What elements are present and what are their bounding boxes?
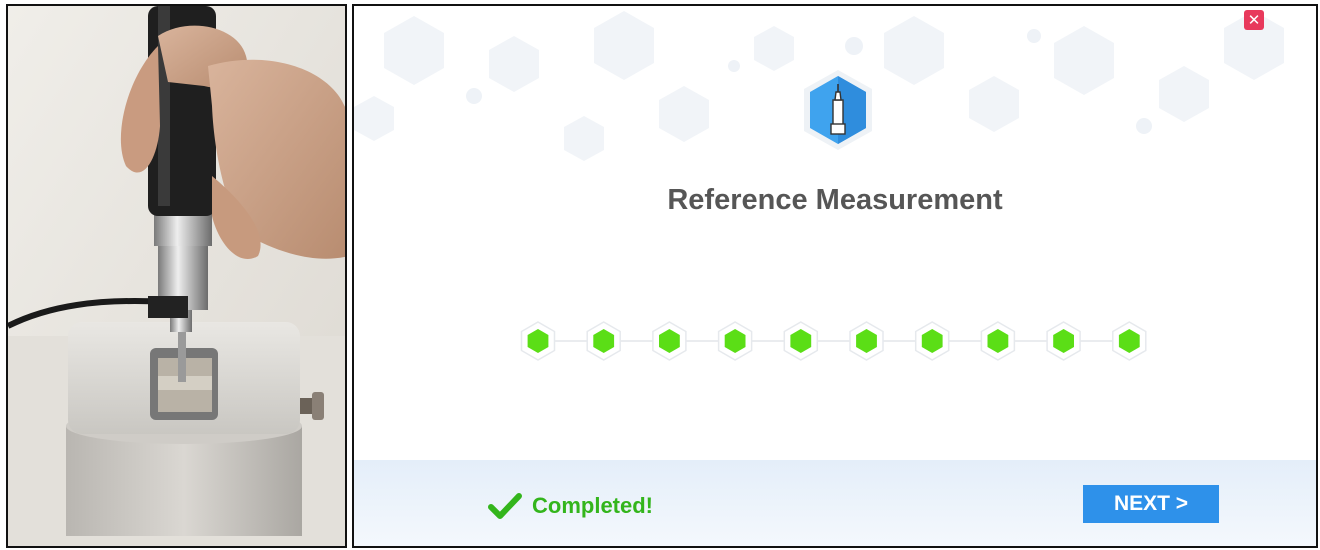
progress-step (980, 321, 1016, 361)
status-text: Completed! (532, 493, 653, 518)
reference-photo (6, 4, 347, 548)
dialog-footer: Completed! NEXT > (354, 460, 1316, 546)
progress-step (914, 321, 950, 361)
next-button[interactable]: NEXT > (1083, 485, 1219, 523)
progress-step (652, 321, 687, 361)
pen-probe-icon (804, 70, 872, 150)
progress-steps (520, 321, 1147, 361)
page-title: Reference Measurement (667, 184, 1003, 216)
checkmark-icon (488, 493, 522, 519)
status-indicator: Completed! (488, 493, 653, 519)
hardness-tester-probe-photo (8, 6, 345, 546)
progress-step (1046, 321, 1081, 361)
progress-step (1112, 321, 1147, 361)
progress-step (849, 321, 884, 361)
reference-measurement-dialog: ✕ Reference Measurement Completed! NEXT … (352, 4, 1318, 548)
progress-step (586, 321, 621, 361)
progress-step (783, 321, 819, 361)
progress-step (520, 321, 556, 361)
close-icon[interactable]: ✕ (1244, 10, 1264, 30)
progress-step (717, 321, 753, 361)
